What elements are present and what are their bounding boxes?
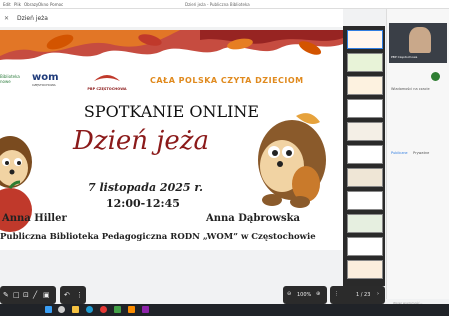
camera-toggle-button[interactable] [431,72,440,81]
file-explorer-icon[interactable] [72,306,79,313]
undo-icon[interactable]: ↶ [64,291,70,299]
tab-private[interactable]: Prywatne [413,151,429,155]
slide-thumbnail[interactable] [347,191,383,210]
pen-icon[interactable]: ✎ [3,291,9,299]
slide-thumbnail[interactable] [347,30,383,49]
zoom-control: ⊖ 100% ⊕ [283,286,327,304]
pbp-logo: PBP CZĘSTOCHOWA [82,68,132,91]
slide-title: Dzień jeża [73,126,209,156]
chrome-icon[interactable] [100,306,107,313]
video-tile: PBP Częstochowa [389,23,447,63]
menu-item-images[interactable]: Obrazy [24,2,38,7]
page-navigation: ⋮ 1 / 23 › [330,286,385,304]
slide-thumbnail[interactable] [347,99,383,118]
drawing-toolbar: ✎ □ ⊡ ╱ ▣ [0,286,56,304]
shape-icon[interactable]: □ [13,291,20,299]
wom-logo-subtext: CZĘSTOCHOWA [32,83,56,87]
slide-thumbnail[interactable] [347,122,383,141]
windows-start-icon[interactable] [45,306,52,313]
participant-name: PBP Częstochowa [391,55,418,59]
zoom-out-icon[interactable]: ⊖ [287,291,291,297]
app-title: Dzień jeża - Publiczna Biblioteka [185,2,250,7]
tab-public[interactable]: Publiczne [391,151,408,155]
hedgehog-left-illustration [0,136,32,232]
slide-thumbnail[interactable] [347,214,383,233]
slide-thumbnail[interactable] [347,145,383,164]
app-icon[interactable] [142,306,149,313]
app-icon[interactable] [128,306,135,313]
menu-item-help[interactable]: Pomoc [50,2,63,7]
speaker-left: Anna Hiller [2,213,67,224]
event-date: 7 listopada 2025 r. [88,181,203,194]
hedgehog-right-illustration [258,113,326,208]
edge-icon[interactable] [86,306,93,313]
document-title: Dzień jeża [16,15,48,22]
slide-thumbnail[interactable] [347,53,383,72]
menu-item-edit[interactable]: Edit [3,2,11,7]
menu-item-file[interactable]: Plik [14,2,21,7]
page-indicator: 1 / 23 [356,292,371,298]
slogan: CAŁA POLSKA CZYTA DZIECIOM [150,76,304,85]
zoom-in-icon[interactable]: ⊕ [316,291,320,297]
avatar [409,27,431,53]
wom-logo: wom CZĘSTOCHOWA [32,72,59,87]
book-logo-icon [94,75,120,81]
undo-toolbar: ↶ ⋮ [60,286,86,304]
speaker-right: Anna Dąbrowska [206,213,300,224]
library-logo: Biblioteka nowe [0,74,20,84]
slide-thumbnails-panel [343,26,385,286]
slide-thumbnail[interactable] [347,237,383,256]
zoom-level: 100% [297,292,312,298]
more-vert-icon[interactable]: ⋮ [334,291,339,297]
crop-icon[interactable]: ⊡ [23,291,29,299]
slide-thumbnail[interactable] [347,76,383,95]
participants-chat-panel: PBP Częstochowa Wiadomości na czacie Pub… [386,9,449,305]
presentation-slide: Biblioteka nowe wom CZĘSTOCHOWA PBP CZĘS… [0,30,343,250]
wom-logo-text: wom [32,72,59,83]
app-icon[interactable] [114,306,121,313]
event-time: 12:00-12:45 [106,197,180,210]
document-header: ✕ Dzień jeża ⋯ [0,9,434,27]
close-icon[interactable]: ✕ [4,15,9,22]
slide-thumbnail[interactable] [347,260,383,279]
image-icon[interactable]: ▣ [43,291,50,299]
menu-item-window[interactable]: Okno [38,2,48,7]
search-icon[interactable] [58,306,65,313]
menubar: Edit Plik Obrazy Okno Pomoc Dzień jeża -… [0,0,449,9]
more-vert-icon[interactable]: ⋮ [76,291,83,299]
pbp-logo-text: PBP CZĘSTOCHOWA [87,87,127,91]
slide-footer: Publiczna Biblioteka Pedagogiczna RODN „… [0,232,316,242]
chat-label: Wiadomości na czacie [391,87,430,91]
document-title-bar: ✕ Dzień jeża [4,15,48,22]
slide-thumbnail[interactable] [347,168,383,187]
os-taskbar [0,304,449,316]
autumn-leaves-decoration [0,30,343,60]
line-icon[interactable]: ╱ [33,291,37,299]
next-page-icon[interactable]: › [377,291,379,297]
